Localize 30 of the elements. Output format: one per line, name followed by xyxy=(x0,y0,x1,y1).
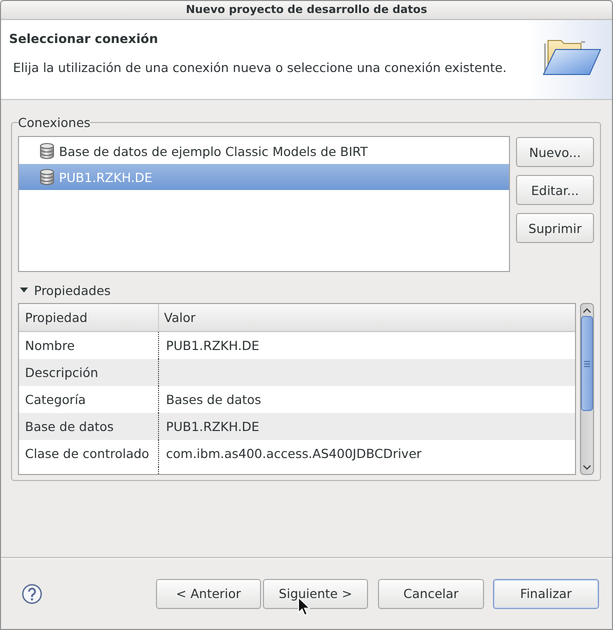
properties-toggle[interactable]: Propiedades xyxy=(18,282,594,298)
cancel-button[interactable]: Cancelar xyxy=(378,578,484,608)
delete-button[interactable]: Suprimir xyxy=(516,213,594,243)
table-cell: Clase de controlado xyxy=(19,440,159,467)
table-row[interactable]: Descripción xyxy=(19,359,575,386)
vertical-scrollbar[interactable] xyxy=(580,303,594,475)
finish-button[interactable]: Finalizar xyxy=(493,578,599,608)
database-icon xyxy=(40,143,54,159)
back-button[interactable]: < Anterior xyxy=(156,578,261,608)
column-header[interactable]: Valor xyxy=(159,304,575,331)
column-header[interactable]: Propiedad xyxy=(19,304,159,331)
help-icon[interactable] xyxy=(22,584,42,604)
next-button[interactable]: Siguiente > xyxy=(263,578,368,608)
page-description: Elija la utilización de una conexión nueva o seleccione una conexión existente. xyxy=(13,60,507,76)
connection-list[interactable]: Base de datos de ejemplo Classic Models de BIRT PUB1.RZKH.DE xyxy=(18,136,510,272)
window-title: Nuevo proyecto de desarrollo de datos xyxy=(186,3,428,17)
table-cell-text: PUB1.RZKH.DE xyxy=(165,418,260,436)
table-row[interactable]: Base de datos PUB1.RZKH.DE xyxy=(19,413,575,440)
connection-item[interactable]: Base de datos de ejemplo Classic Models de BIRT xyxy=(19,138,509,164)
table-cell-text: Bases de datos xyxy=(165,391,262,409)
new-button[interactable]: Nuevo... xyxy=(516,137,594,167)
page-title: Seleccionar conexión xyxy=(9,30,159,47)
table-cell-text: com.ibm.as400.access.AS400JDBCDriver xyxy=(165,445,423,463)
database-icon xyxy=(40,169,54,185)
grip-icon xyxy=(584,360,590,366)
edit-button[interactable]: Editar... xyxy=(516,175,594,205)
group-label: Conexiones xyxy=(18,115,90,130)
table-cell-text: PUB1.RZKH.DE xyxy=(165,337,260,355)
scrollbar-thumb[interactable] xyxy=(581,316,593,411)
expanded-triangle-icon[interactable] xyxy=(20,286,28,294)
